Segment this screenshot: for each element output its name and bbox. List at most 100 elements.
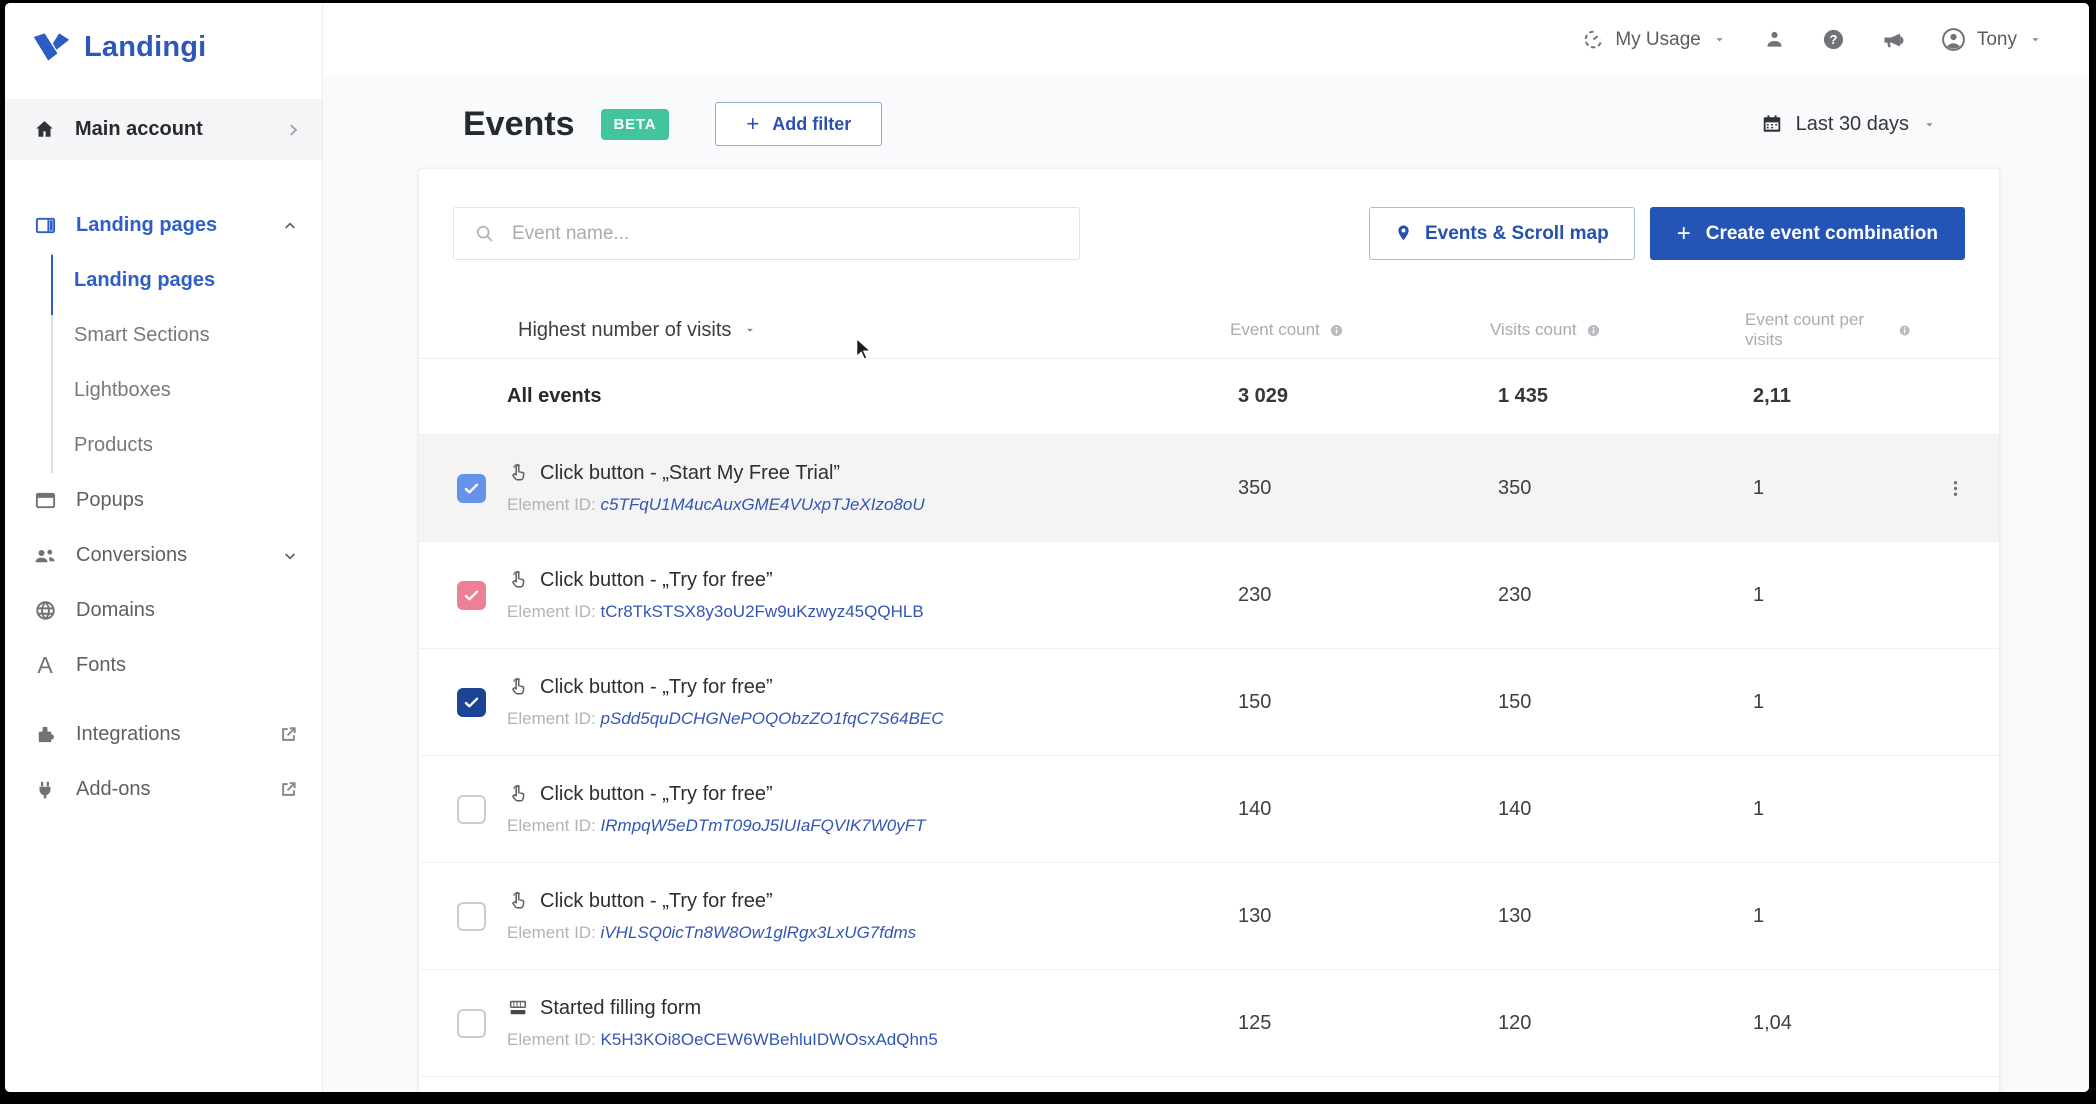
usage-label: My Usage [1615, 28, 1701, 50]
event-search-input[interactable] [512, 222, 1059, 245]
total-per-visits: 2,11 [1753, 385, 1791, 407]
row-checkbox[interactable] [457, 580, 486, 610]
events-scroll-map-button[interactable]: Events & Scroll map [1368, 207, 1635, 260]
total-visits-count: 1 435 [1498, 385, 1549, 407]
visits-count-value: 350 [1498, 476, 1532, 499]
row-checkbox[interactable] [457, 901, 486, 931]
event-title: Click button - „Try for free” [540, 782, 773, 805]
row-checkbox[interactable] [457, 1008, 486, 1038]
table-row[interactable]: Started filling form Element ID: K5H3KOi… [419, 970, 1999, 1077]
user-name: Tony [1976, 28, 2017, 50]
element-id-link[interactable]: IRmpqW5eDTmT09oJ5IUIaFQVIK7W0yFT [601, 816, 926, 835]
row-checkbox-cell [419, 794, 507, 824]
sidebar-item-label: Fonts [76, 654, 127, 676]
my-usage-dropdown[interactable]: My Usage [1583, 29, 1727, 51]
element-id-link[interactable]: K5H3KOi8OeCEW6WBehluIDWOsxAdQhn5 [601, 1030, 938, 1049]
fonts-icon: A [37, 652, 53, 678]
row-checkbox[interactable] [457, 794, 486, 824]
sidebar-item-label: Popups [76, 489, 144, 511]
sidebar-item-smart-sections[interactable]: Smart Sections [53, 308, 322, 363]
plug-icon [33, 779, 57, 801]
sidebar-item-add-ons[interactable]: Add-ons [5, 762, 322, 817]
info-icon[interactable] [1586, 323, 1601, 338]
click-icon [507, 462, 529, 484]
sidebar-item-landing-pages-group[interactable]: Landing pages [5, 198, 322, 253]
sidebar-item-label: Integrations [76, 723, 181, 745]
create-event-combination-button[interactable]: + Create event combination [1649, 207, 1965, 260]
sidebar-item-conversions[interactable]: Conversions [5, 528, 322, 583]
row-menu-button[interactable] [1911, 478, 1999, 499]
caret-down-icon [1926, 122, 1933, 126]
external-link-icon [279, 725, 298, 744]
home-icon [33, 118, 56, 141]
event-title: Click button - „Try for free” [540, 568, 773, 591]
element-id-link[interactable]: iVHLSQ0icTn8W8Ow1glRgx3LxUG7fdms [601, 923, 917, 942]
element-id-link[interactable]: pSdd5quDCHGNePOQObzZO1fqC7S64BEC [601, 709, 944, 728]
table-row[interactable]: Click button - „Start My Free Trial” Ele… [419, 435, 1999, 542]
sidebar-item-popups[interactable]: Popups [5, 473, 322, 528]
brand-name: Landingi [84, 30, 207, 63]
announcements-megaphone-icon[interactable] [1881, 28, 1905, 52]
per-visits-value: 1 [1753, 476, 1765, 499]
sidebar-item-domains[interactable]: Domains [5, 583, 322, 638]
brand-logo[interactable]: Landingi [31, 29, 322, 65]
element-id-line: Element ID: K5H3KOi8OeCEW6WBehluIDWOsxAd… [507, 1030, 1228, 1050]
user-menu[interactable]: Tony [1941, 27, 2043, 52]
sidebar-item-lightboxes[interactable]: Lightboxes [53, 363, 322, 418]
table-row[interactable]: Click button - „Try for free” Element ID… [419, 863, 1999, 970]
event-count-value: 125 [1238, 1011, 1272, 1034]
element-id-label: Element ID: [507, 494, 596, 514]
events-scroll-map-label: Events & Scroll map [1424, 222, 1609, 244]
per-visits-value: 1 [1753, 583, 1765, 606]
element-id-link[interactable]: c5TFqU1M4ucAuxGME4VUxpTJeXIzo8oU [601, 495, 925, 514]
element-id-line: Element ID: pSdd5quDCHGNePOQObzZO1fqC7S6… [507, 709, 1228, 729]
visits-count-value: 140 [1498, 797, 1532, 820]
sidebar-item-label: Lightboxes [74, 379, 171, 401]
plus-icon: + [1676, 219, 1691, 247]
help-icon[interactable]: ? [1822, 28, 1845, 51]
sidebar-item-landing-pages[interactable]: Landing pages [53, 253, 322, 308]
caret-down-icon [1716, 38, 1723, 42]
topbar: My Usage ? Tony [323, 3, 2089, 76]
visits-count-value: 150 [1498, 690, 1532, 713]
row-checkbox[interactable] [457, 687, 486, 717]
sidebar: Landingi Main account Landing pages Land… [5, 3, 323, 1092]
chevron-right-icon [284, 121, 302, 139]
all-events-label: All events [507, 385, 602, 407]
sort-dropdown[interactable]: Highest number of visits [419, 319, 1228, 342]
event-count-value: 230 [1238, 583, 1272, 606]
event-name-cell: Click button - „Try for free” Element ID… [507, 783, 1228, 836]
event-name-cell: Click button - „Start My Free Trial” Ele… [507, 462, 1228, 515]
visits-count-value: 120 [1498, 1011, 1532, 1034]
sidebar-item-integrations[interactable]: Integrations [5, 707, 322, 762]
element-id-label: Element ID: [507, 601, 596, 621]
click-icon [507, 890, 529, 912]
event-search [453, 207, 1080, 260]
sidebar-item-products[interactable]: Products [53, 418, 322, 473]
date-range-dropdown[interactable]: Last 30 days [1761, 113, 1937, 136]
row-checkbox[interactable] [457, 473, 486, 503]
create-event-combination-label: Create event combination [1705, 222, 1938, 244]
table-row[interactable]: Click button - „Try for free” Element ID… [419, 542, 1999, 649]
globe-icon [33, 599, 57, 622]
sidebar-item-main-account[interactable]: Main account [5, 99, 322, 160]
table-row[interactable]: Click button - „Try for free” Element ID… [419, 649, 1999, 756]
element-id-line: Element ID: tCr8TkSTSX8y3oU2Fw9uKzwyz45Q… [507, 602, 1228, 622]
affiliate-person-icon[interactable] [1763, 28, 1786, 51]
landing-pages-icon [33, 214, 57, 237]
add-filter-button[interactable]: + Add filter [715, 102, 883, 146]
sidebar-item-fonts[interactable]: A Fonts [5, 638, 322, 693]
date-range-label: Last 30 days [1795, 112, 1909, 135]
info-icon[interactable] [1329, 323, 1344, 338]
element-id-link[interactable]: tCr8TkSTSX8y3oU2Fw9uKzwyz45QQHLB [601, 602, 924, 621]
kebab-menu-icon [1953, 480, 1957, 496]
row-checkbox-cell [419, 901, 507, 931]
info-icon[interactable] [1898, 323, 1911, 338]
event-title: Started filling form [540, 996, 702, 1019]
table-row[interactable]: Click button - „Try for free” Element ID… [419, 756, 1999, 863]
sidebar-item-label: Landing pages [76, 214, 218, 236]
event-count-value: 150 [1238, 690, 1272, 713]
event-count-value: 130 [1238, 904, 1272, 927]
calendar-icon [1761, 113, 1783, 135]
sidebar-nav: Landing pages Landing pages Smart Sectio… [5, 198, 322, 817]
